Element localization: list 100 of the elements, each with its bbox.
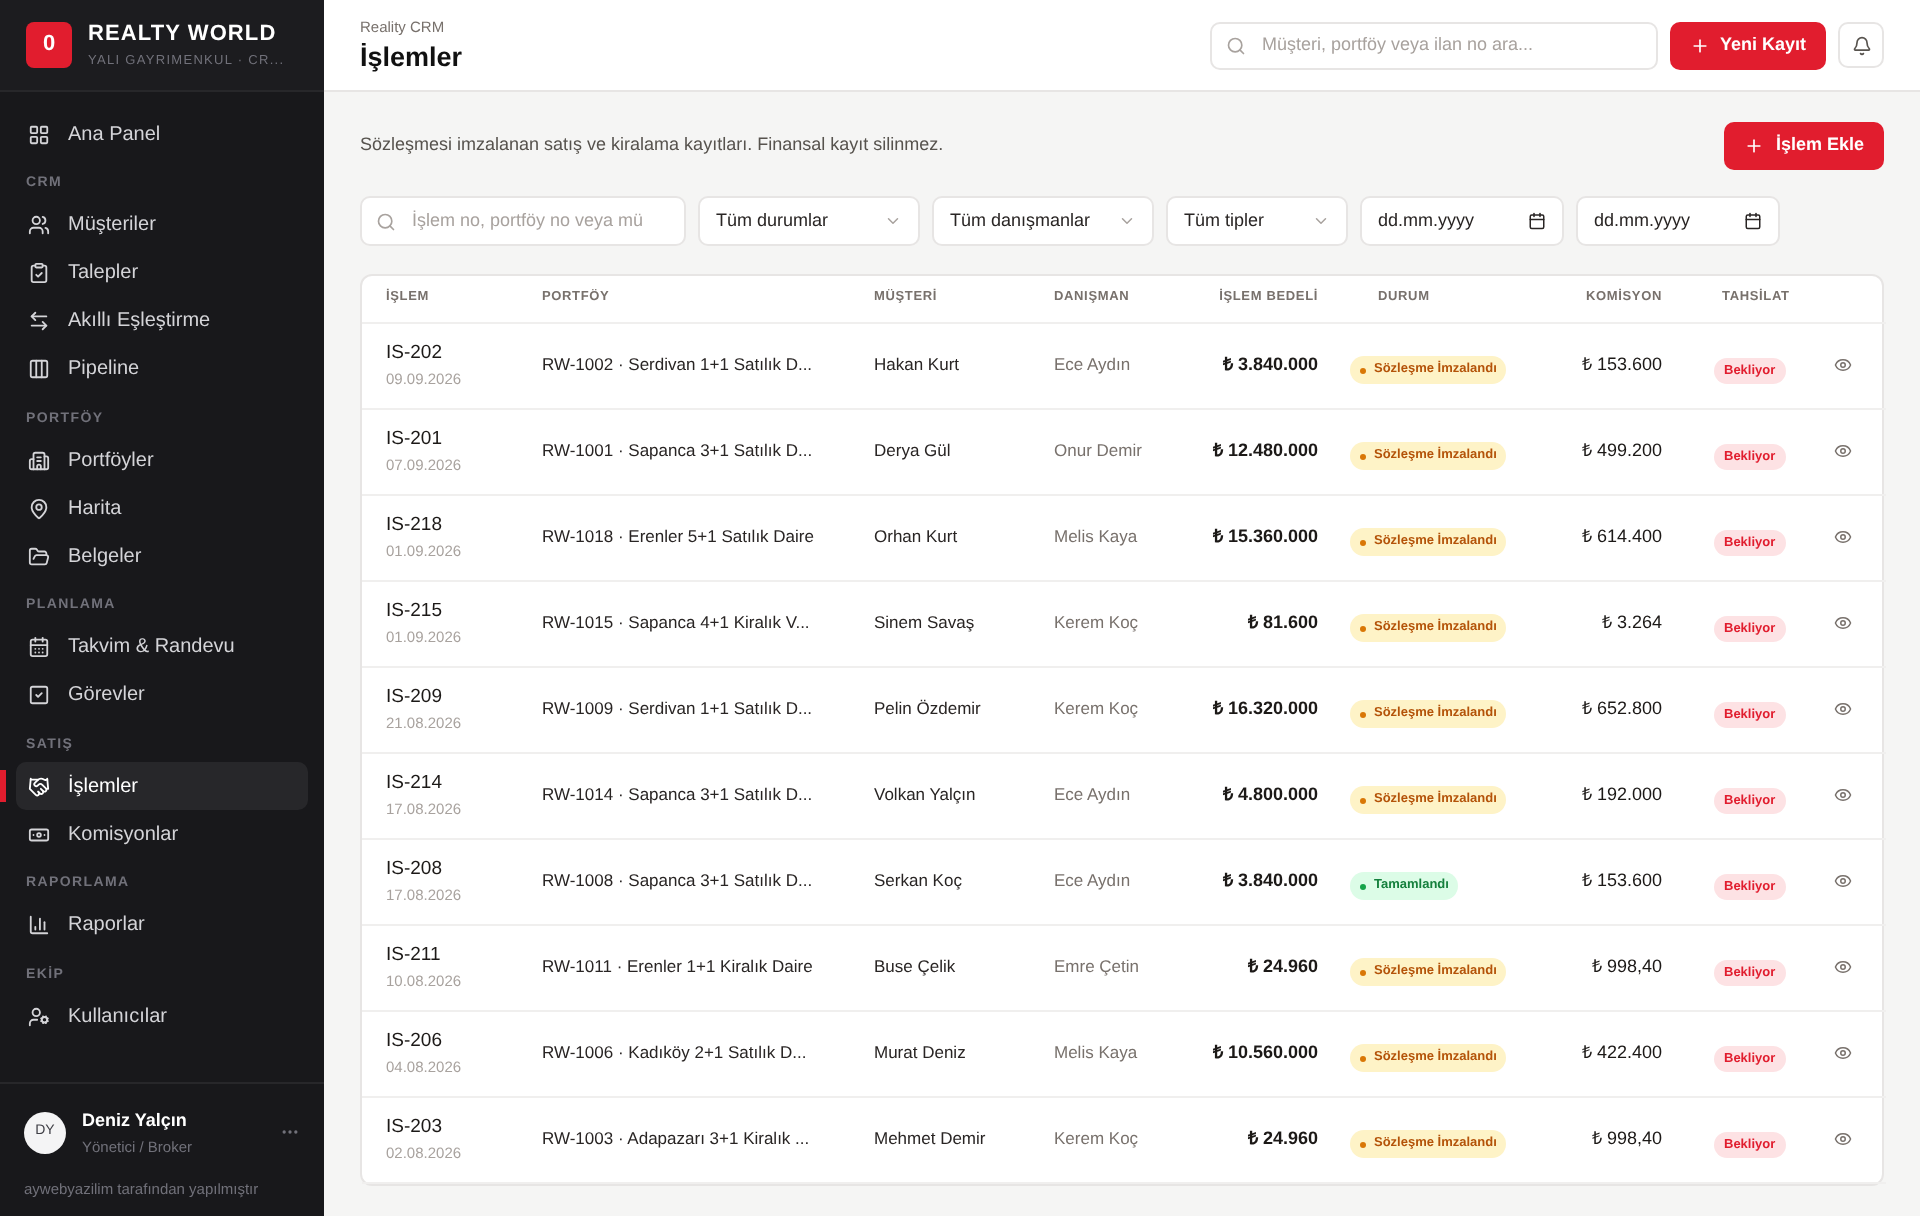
transaction-id: IS-218 [386, 511, 444, 540]
nav-item[interactable]: Akıllı Eşleştirme [16, 297, 308, 345]
customer-cell: Serkan Koç [850, 838, 1030, 924]
transaction-id: IS-209 [386, 683, 444, 712]
agent-cell: Kerem Koç [1030, 580, 1170, 666]
filter-select[interactable]: Tüm tipler [1166, 196, 1348, 246]
nav-item[interactable]: Görevler [16, 671, 308, 719]
chevron-down-icon [1118, 212, 1136, 230]
nav-item[interactable]: Portföyler [16, 436, 308, 484]
new-record-button[interactable]: Yeni Kayıt [1669, 21, 1826, 69]
calendar-icon [28, 636, 50, 658]
grid-icon [28, 123, 50, 145]
customer-cell: Buse Çelik [850, 924, 1030, 1010]
eye-icon[interactable] [1834, 700, 1852, 718]
agent-cell: Melis Kaya [1030, 1010, 1170, 1096]
calendar-icon [1528, 212, 1546, 230]
commission-cell: ₺ 998,40 [1546, 1096, 1674, 1182]
agent-cell: Ece Aydın [1030, 752, 1170, 838]
agent-cell: Kerem Koç [1030, 666, 1170, 752]
map-pin-icon [28, 497, 50, 519]
bell-icon [1851, 35, 1871, 55]
transaction-id: IS-215 [386, 597, 444, 626]
nav-item[interactable]: İşlemler [16, 762, 308, 810]
eye-icon[interactable] [1834, 958, 1852, 976]
commission-cell: ₺ 192.000 [1546, 752, 1674, 838]
nav-item[interactable]: Harita [16, 484, 308, 532]
customer-cell: Murat Deniz [850, 1010, 1030, 1096]
search-icon [1225, 35, 1246, 55]
portfolio-cell: RW-1008 · Sapanca 3+1 Satılık D... [518, 838, 850, 924]
eye-icon[interactable] [1834, 1044, 1852, 1062]
clipboard-icon [28, 262, 50, 284]
agent-cell: Ece Aydın [1030, 838, 1170, 924]
nav-item[interactable]: Müşteriler [16, 201, 308, 249]
transaction-id: IS-203 [386, 1113, 444, 1142]
nav-item[interactable]: Talepler [16, 249, 308, 297]
page-description: Sözleşmesi imzalanan satış ve kiralama kayıtları. Finansal kayıt silinmez. [360, 132, 944, 159]
agent-cell: Kerem Koç [1030, 1096, 1170, 1182]
search-icon [376, 211, 396, 231]
nav-item[interactable]: Belgeler [16, 532, 308, 580]
agent-cell: Melis Kaya [1030, 494, 1170, 580]
folder-icon [28, 545, 50, 567]
transaction-id: IS-211 [386, 941, 443, 970]
user-gear-icon [28, 1005, 50, 1027]
amount-cell: ₺ 24.960 [1170, 1096, 1330, 1182]
nav-item[interactable]: Raporlar [16, 901, 308, 949]
portfolio-cell: RW-1011 · Erenler 1+1 Kiralık Daire [518, 924, 850, 1010]
eye-icon[interactable] [1834, 356, 1852, 374]
columns-icon [28, 358, 50, 380]
commission-cell: ₺ 3.264 [1546, 580, 1674, 666]
eye-icon[interactable] [1834, 442, 1852, 460]
brand-logo: 0 [26, 22, 72, 68]
eye-icon[interactable] [1834, 786, 1852, 804]
customer-cell: Orhan Kurt [850, 494, 1030, 580]
portfolio-cell: RW-1006 · Kadıköy 2+1 Satılık D... [518, 1010, 850, 1096]
filter-select[interactable]: Tüm durumlar [698, 196, 920, 246]
amount-cell: ₺ 12.480.000 [1170, 408, 1330, 494]
plus-icon [1689, 35, 1710, 55]
portfolio-cell: RW-1001 · Sapanca 3+1 Satılık D... [518, 408, 850, 494]
portfolio-cell: RW-1002 · Serdivan 1+1 Satılık D... [518, 322, 850, 408]
commission-cell: ₺ 998,40 [1546, 924, 1674, 1010]
nav-item[interactable]: Ana Panel [16, 110, 308, 158]
amount-cell: ₺ 15.360.000 [1170, 494, 1330, 580]
eye-icon[interactable] [1834, 614, 1852, 632]
customer-cell: Pelin Özdemir [850, 666, 1030, 752]
amount-cell: ₺ 10.560.000 [1170, 1010, 1330, 1096]
calendar-icon [1744, 212, 1762, 230]
customer-cell: Derya Gül [850, 408, 1030, 494]
users-icon [28, 214, 50, 236]
add-transaction-button[interactable]: İşlem Ekle [1723, 122, 1884, 170]
amount-cell: ₺ 3.840.000 [1170, 322, 1330, 408]
eye-icon[interactable] [1834, 872, 1852, 890]
handshake-icon [28, 775, 50, 797]
active-indicator [0, 770, 6, 802]
filter-select[interactable]: Tüm danışmanlar [932, 196, 1154, 246]
portfolio-cell: RW-1009 · Serdivan 1+1 Satılık D... [518, 666, 850, 752]
notifications-button[interactable] [1838, 22, 1884, 68]
building-icon [28, 449, 50, 471]
customer-cell: Mehmet Demir [850, 1096, 1030, 1182]
eye-icon[interactable] [1834, 1130, 1852, 1148]
commission-cell: ₺ 614.400 [1546, 494, 1674, 580]
commission-cell: ₺ 153.600 [1546, 838, 1674, 924]
nav-item[interactable]: Pipeline [16, 345, 308, 393]
customer-cell: Hakan Kurt [850, 322, 1030, 408]
portfolio-cell: RW-1018 · Erenler 5+1 Satılık Daire [518, 494, 850, 580]
date-field[interactable]: dd.mm.yyyy [1360, 196, 1564, 246]
chevron-down-icon [884, 212, 902, 230]
portfolio-cell: RW-1003 · Adapazarı 3+1 Kiralık ... [518, 1096, 850, 1182]
amount-cell: ₺ 3.840.000 [1170, 838, 1330, 924]
agent-cell: Onur Demir [1030, 408, 1170, 494]
eye-icon[interactable] [1834, 528, 1852, 546]
brand-name: REALTY WORLD [88, 20, 279, 51]
date-field[interactable]: dd.mm.yyyy [1576, 196, 1780, 246]
nav-item[interactable]: Takvim & Randevu [16, 623, 308, 671]
amount-cell: ₺ 16.320.000 [1170, 666, 1330, 752]
checkbox-icon [28, 684, 50, 706]
amount-cell: ₺ 81.600 [1170, 580, 1330, 666]
agent-cell: Ece Aydın [1030, 322, 1170, 408]
amount-cell: ₺ 4.800.000 [1170, 752, 1330, 838]
nav-item[interactable]: Kullanıcılar [16, 992, 308, 1040]
nav-item[interactable]: Komisyonlar [16, 810, 308, 858]
